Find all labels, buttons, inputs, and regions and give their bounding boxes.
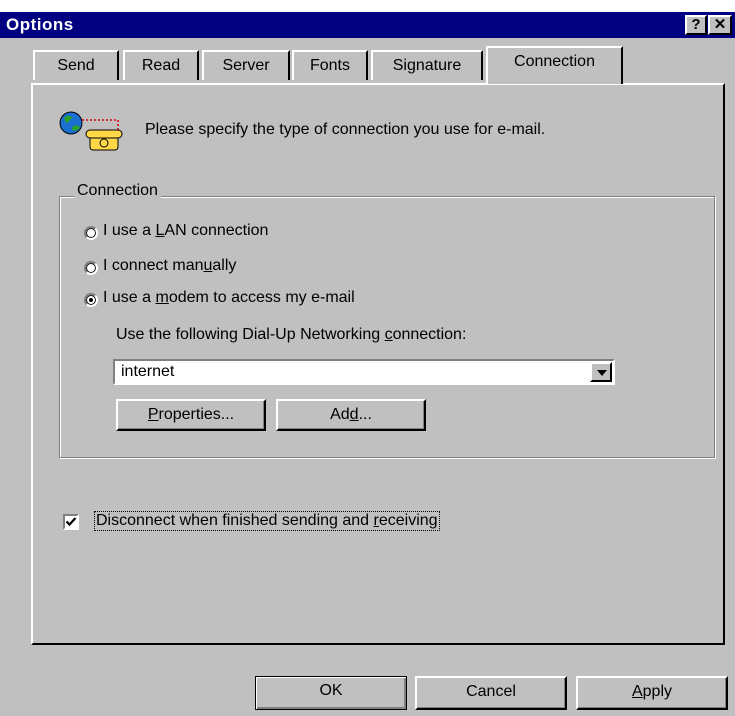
tab-label: Server: [222, 57, 270, 74]
tab-fonts[interactable]: Fonts: [292, 50, 368, 80]
connection-group-label: Connection: [74, 182, 161, 200]
dropdown-arrow-button[interactable]: [590, 362, 612, 382]
close-button[interactable]: ✕: [708, 15, 732, 35]
radio-modem[interactable]: [84, 293, 98, 307]
add-button[interactable]: Add...: [276, 399, 426, 431]
tab-server[interactable]: Server: [202, 50, 290, 80]
radio-lan[interactable]: [84, 226, 98, 240]
dialup-connection-select[interactable]: internet: [113, 359, 615, 385]
checkmark-icon: [65, 517, 77, 527]
tab-label: Signature: [392, 57, 462, 74]
tab-label: Send: [57, 57, 95, 74]
title-bar[interactable]: Options ? ✕: [0, 12, 735, 38]
tab-label: Connection: [514, 53, 595, 70]
radio-modem-label[interactable]: I use a modem to access my e-mail: [103, 289, 355, 307]
intro-text: Please specify the type of connection yo…: [145, 121, 546, 138]
tab-send[interactable]: Send: [33, 50, 119, 80]
connection-icon: [56, 108, 126, 158]
tab-connection[interactable]: Connection: [486, 46, 623, 84]
dialup-selected-value: internet: [121, 363, 175, 380]
ok-button[interactable]: OK: [255, 676, 407, 710]
help-button[interactable]: ?: [685, 15, 707, 35]
tab-signature[interactable]: Signature: [371, 50, 483, 80]
tab-label: Fonts: [309, 57, 350, 74]
properties-button[interactable]: Properties...: [116, 399, 266, 431]
apply-button[interactable]: Apply: [576, 676, 728, 710]
chevron-down-icon: [597, 370, 607, 376]
window-title: Options: [6, 15, 74, 34]
radio-manual[interactable]: [84, 261, 98, 275]
tab-read[interactable]: Read: [123, 50, 199, 80]
radio-manual-label[interactable]: I connect manually: [103, 257, 236, 275]
dialup-connection-label: Use the following Dial-Up Networking con…: [116, 326, 467, 343]
cancel-button[interactable]: Cancel: [415, 676, 567, 710]
tab-label: Read: [141, 57, 181, 74]
disconnect-checkbox-label[interactable]: Disconnect when finished sending and rec…: [94, 511, 440, 531]
radio-selected-dot: [89, 298, 93, 302]
radio-lan-label[interactable]: I use a LAN connection: [103, 222, 268, 240]
disconnect-checkbox[interactable]: [63, 514, 79, 530]
